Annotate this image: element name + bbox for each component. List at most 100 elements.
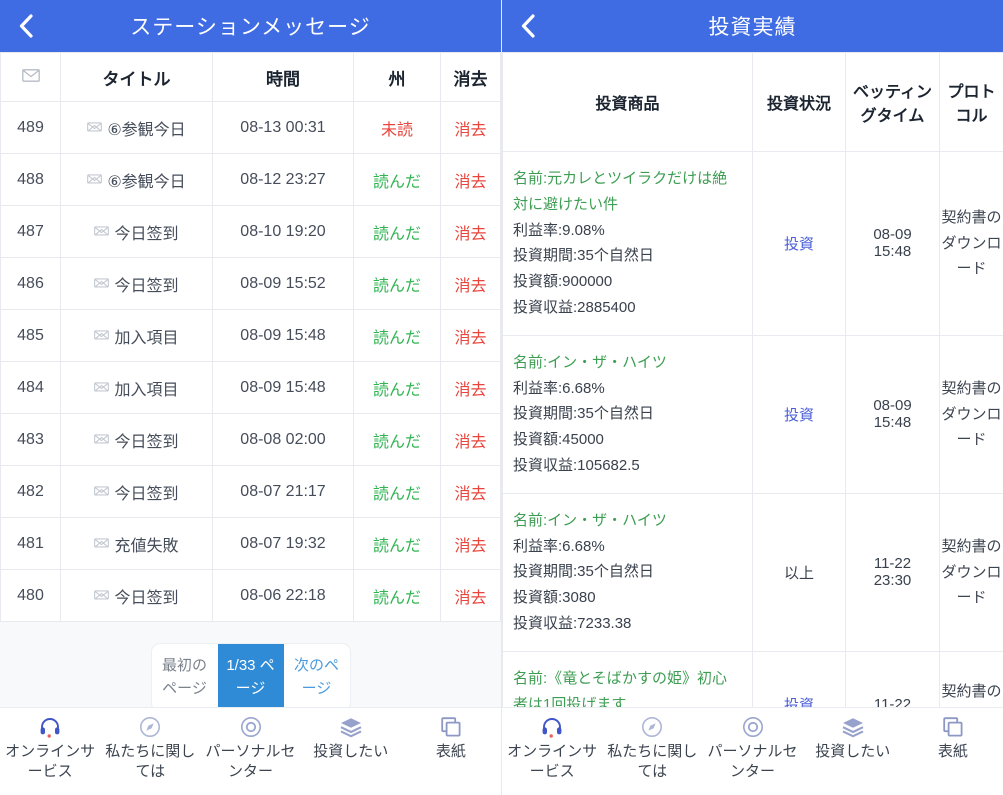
left-topbar: ステーションメッセージ bbox=[0, 0, 501, 52]
nav-item-label: 私たちに関しては bbox=[604, 742, 700, 783]
delete-button[interactable]: 消去 bbox=[441, 362, 501, 414]
nav-item-4[interactable]: 投資したい bbox=[803, 714, 903, 762]
table-row[interactable]: 486今日签到08-09 15:52読んだ消去 bbox=[1, 258, 501, 310]
betting-time-cell: 11-2223:30 bbox=[846, 493, 940, 651]
column-header-protocol: プロトコル bbox=[940, 53, 1003, 152]
nav-item-label: オンラインサービス bbox=[2, 742, 98, 783]
message-title-cell[interactable]: 今日签到 bbox=[61, 414, 213, 466]
message-time: 08-09 15:48 bbox=[213, 362, 354, 414]
message-time: 08-10 19:20 bbox=[213, 206, 354, 258]
nav-item-3[interactable]: パーソナルセンター bbox=[702, 714, 802, 783]
delete-button[interactable]: 消去 bbox=[441, 206, 501, 258]
envelope-icon bbox=[94, 535, 109, 553]
delete-button[interactable]: 消去 bbox=[441, 154, 501, 206]
table-row[interactable]: 名前:イン・ザ・ハイツ利益率:6.68%投資期間:35个自然日投資額:45000… bbox=[503, 335, 1003, 493]
message-title-cell[interactable]: 充値失敗 bbox=[61, 518, 213, 570]
table-row[interactable]: 名前:元カレとツイラクだけは絶対に避けたい件利益率:9.08%投資期間:35个自… bbox=[503, 152, 1003, 336]
product-cell: 名前:イン・ザ・ハイツ利益率:6.68%投資期間:35个自然日投資額:45000… bbox=[503, 335, 753, 493]
current-page-indicator[interactable]: 1/33 ページ bbox=[218, 644, 284, 711]
message-id: 484 bbox=[1, 362, 61, 414]
envelope-icon bbox=[94, 379, 109, 397]
nav-item-5[interactable]: 表紙 bbox=[903, 714, 1003, 762]
envelope-icon bbox=[94, 587, 109, 605]
status-cell[interactable]: 投資 bbox=[753, 335, 846, 493]
delete-button[interactable]: 消去 bbox=[441, 518, 501, 570]
delete-button[interactable]: 消去 bbox=[441, 414, 501, 466]
delete-button[interactable]: 消去 bbox=[441, 310, 501, 362]
nav-item-label: パーソナルセンター bbox=[704, 742, 800, 783]
protocol-cell[interactable]: 契約書のダウンロード bbox=[940, 335, 1003, 493]
nav-item-1[interactable]: オンラインサービス bbox=[502, 714, 602, 783]
table-row[interactable]: 名前:イン・ザ・ハイツ利益率:6.68%投資期間:35个自然日投資額:3080投… bbox=[503, 493, 1003, 651]
back-button-left[interactable] bbox=[0, 0, 52, 52]
message-id: 489 bbox=[1, 102, 61, 154]
message-time: 08-12 23:27 bbox=[213, 154, 354, 206]
product-cell: 名前:元カレとツイラクだけは絶対に避けたい件利益率:9.08%投資期間:35个自… bbox=[503, 152, 753, 336]
envelope-icon bbox=[94, 327, 109, 345]
message-id: 488 bbox=[1, 154, 61, 206]
product-profit: 投資収益:105682.5 bbox=[513, 453, 742, 479]
message-title-cell[interactable]: 加入項目 bbox=[61, 310, 213, 362]
status-badge: 投資 bbox=[784, 236, 814, 253]
message-title: ⑥参観今日 bbox=[107, 168, 185, 192]
nav-item-label: 私たちに関しては bbox=[102, 742, 198, 783]
table-row[interactable]: 483今日签到08-08 02:00読んだ消去 bbox=[1, 414, 501, 466]
delete-button[interactable]: 消去 bbox=[441, 466, 501, 518]
nav-item-2[interactable]: 私たちに関しては bbox=[100, 714, 200, 783]
message-state: 読んだ bbox=[354, 518, 441, 570]
first-page-button[interactable]: 最初のページ bbox=[152, 644, 218, 711]
message-title-cell[interactable]: 今日签到 bbox=[61, 466, 213, 518]
message-title-cell[interactable]: 加入項目 bbox=[61, 362, 213, 414]
table-row[interactable]: 485加入項目08-09 15:48読んだ消去 bbox=[1, 310, 501, 362]
column-header-state: 州 bbox=[354, 53, 441, 102]
investment-table-header-row: 投資商品 投資状況 ベッティングタイム プロトコル bbox=[503, 53, 1003, 152]
message-title-cell[interactable]: 今日签到 bbox=[61, 258, 213, 310]
column-header-status: 投資状況 bbox=[753, 53, 846, 152]
nav-item-1[interactable]: オンラインサービス bbox=[0, 714, 100, 783]
table-row[interactable]: 488⑥参観今日08-12 23:27読んだ消去 bbox=[1, 154, 501, 206]
message-title: 今日签到 bbox=[114, 220, 178, 244]
pagination-area: 最初のページ 1/33 ページ 次のページ bbox=[0, 622, 501, 718]
nav-item-label: 投資したい bbox=[313, 742, 388, 762]
investment-table-body: 名前:元カレとツイラクだけは絶対に避けたい件利益率:9.08%投資期間:35个自… bbox=[503, 152, 1003, 758]
envelope-icon bbox=[94, 431, 109, 449]
table-row[interactable]: 487今日签到08-10 19:20読んだ消去 bbox=[1, 206, 501, 258]
protocol-cell[interactable]: 契約書のダウンロード bbox=[940, 493, 1003, 651]
nav-item-5[interactable]: 表紙 bbox=[401, 714, 501, 762]
message-title-cell[interactable]: ⑥参観今日 bbox=[61, 154, 213, 206]
next-page-button[interactable]: 次のページ bbox=[284, 644, 350, 711]
table-row[interactable]: 480今日签到08-06 22:18読んだ消去 bbox=[1, 570, 501, 622]
message-title-cell[interactable]: 今日签到 bbox=[61, 570, 213, 622]
table-row[interactable]: 484加入項目08-09 15:48読んだ消去 bbox=[1, 362, 501, 414]
right-topbar: 投資実績 bbox=[502, 0, 1003, 52]
download-contract-link: 契約書のダウンロード bbox=[941, 380, 1001, 448]
message-title-cell[interactable]: 今日签到 bbox=[61, 206, 213, 258]
delete-button[interactable]: 消去 bbox=[441, 102, 501, 154]
investment-table: 投資商品 投資状況 ベッティングタイム プロトコル 名前:元カレとツイラクだけは… bbox=[502, 52, 1003, 758]
status-badge: 以上 bbox=[784, 565, 814, 582]
compass-icon bbox=[138, 714, 162, 740]
message-title-cell[interactable]: ⑥参観今日 bbox=[61, 102, 213, 154]
delete-button[interactable]: 消去 bbox=[441, 570, 501, 622]
protocol-cell[interactable]: 契約書のダウンロード bbox=[940, 152, 1003, 336]
message-time: 08-09 15:52 bbox=[213, 258, 354, 310]
envelope-icon bbox=[87, 171, 102, 189]
table-row[interactable]: 482今日签到08-07 21:17読んだ消去 bbox=[1, 466, 501, 518]
delete-button[interactable]: 消去 bbox=[441, 258, 501, 310]
message-id: 486 bbox=[1, 258, 61, 310]
message-state: 読んだ bbox=[354, 206, 441, 258]
message-time: 08-07 19:32 bbox=[213, 518, 354, 570]
status-cell[interactable]: 投資 bbox=[753, 152, 846, 336]
message-time: 08-07 21:17 bbox=[213, 466, 354, 518]
nav-item-3[interactable]: パーソナルセンター bbox=[200, 714, 300, 783]
message-state: 読んだ bbox=[354, 310, 441, 362]
table-row[interactable]: 481充値失敗08-07 19:32読んだ消去 bbox=[1, 518, 501, 570]
product-name: 名前:元カレとツイラクだけは絶対に避けたい件 bbox=[513, 166, 742, 218]
back-button-right[interactable] bbox=[502, 0, 554, 52]
nav-item-4[interactable]: 投資したい bbox=[301, 714, 401, 762]
target-circle-icon bbox=[741, 714, 765, 740]
table-row[interactable]: 489⑥参観今日08-13 00:31未読消去 bbox=[1, 102, 501, 154]
investment-record-panel: 投資実績 投資商品 投資状況 ベッティングタイム プロトコル 名前:元カレとツイ… bbox=[501, 0, 1003, 795]
message-state: 未読 bbox=[354, 102, 441, 154]
nav-item-2[interactable]: 私たちに関しては bbox=[602, 714, 702, 783]
